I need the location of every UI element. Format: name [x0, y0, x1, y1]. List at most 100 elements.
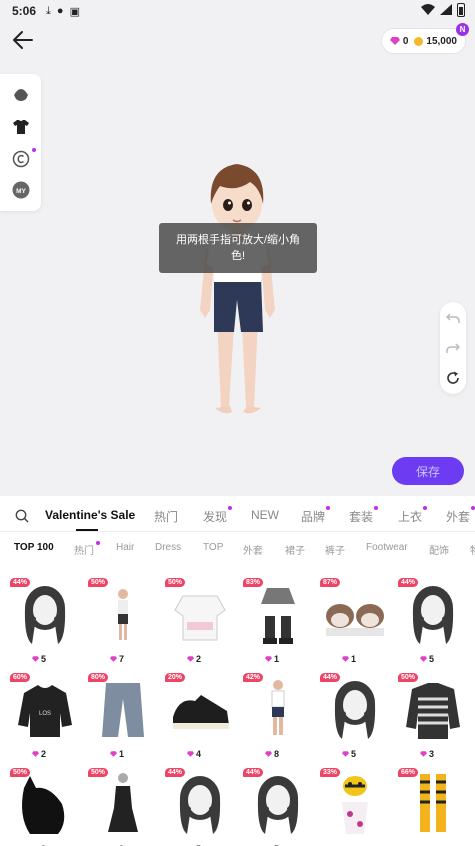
item-price: 5 — [320, 749, 378, 759]
sweater-icon — [406, 683, 460, 739]
gem-icon — [186, 751, 194, 757]
catalog-panel: Valentine's Sale 热门 发现 NEW 品牌 套装 上衣 外套 T… — [0, 496, 475, 846]
tab-new[interactable]: NEW — [251, 508, 279, 522]
catalog-item[interactable]: 44%5 — [243, 768, 313, 846]
currency-display[interactable]: 0 15,000 — [381, 29, 465, 53]
skirt-boots-icon — [261, 588, 295, 644]
catalog-item[interactable]: 50%3 — [88, 768, 158, 846]
discount-badge: 20% — [165, 673, 186, 682]
catalog-item[interactable]: 87% 1 — [320, 578, 390, 670]
status-bar: 5:06 ⤓ ● ▣ — [0, 0, 475, 22]
catalog-item[interactable]: 66% — [398, 768, 468, 846]
discount-badge: 50% — [10, 768, 31, 777]
undo-icon[interactable] — [446, 311, 460, 325]
subtab-accessories[interactable]: 配饰 — [429, 542, 449, 557]
catalog-item[interactable]: 44% 5 — [10, 578, 80, 670]
catalog-item[interactable]: 20% 4 — [165, 673, 235, 765]
edit-toolbar — [440, 302, 466, 394]
save-button[interactable]: 保存 — [392, 457, 464, 485]
subtab-hot[interactable]: 热门 — [74, 542, 94, 557]
outfit-icon — [271, 680, 285, 735]
coin-icon — [414, 36, 424, 46]
hair-icon — [334, 681, 376, 739]
item-price-value: 5 — [40, 654, 46, 664]
discount-badge: 60% — [10, 673, 31, 682]
hair-icon — [179, 776, 221, 834]
catalog-item[interactable]: 44%5 — [320, 673, 390, 765]
catalog-item[interactable]: LOS 60% 2 — [10, 673, 80, 765]
tab-brand[interactable]: 品牌 — [301, 508, 325, 525]
catalog-item[interactable]: 44%5 — [165, 768, 235, 846]
subtab-skirts[interactable]: 裙子 — [285, 542, 305, 557]
gem-icon — [31, 656, 39, 662]
status-time: 5:06 — [12, 4, 37, 18]
item-price-value: 1 — [350, 654, 356, 664]
discount-badge: 44% — [398, 578, 419, 587]
subtab-top100[interactable]: TOP 100 — [14, 542, 54, 553]
jeans-icon — [102, 683, 144, 737]
discount-badge: 50% — [165, 578, 186, 587]
dress-icon — [108, 773, 138, 832]
item-price: 3 — [398, 749, 456, 759]
discount-badge: 42% — [243, 673, 264, 682]
my-icon[interactable]: MY — [12, 181, 30, 199]
hair-icon — [24, 586, 66, 644]
back-button[interactable] — [10, 28, 36, 52]
item-price: 5 — [10, 654, 68, 664]
battery-icon — [457, 3, 465, 17]
tab-tops[interactable]: 上衣 — [398, 508, 422, 525]
tab-outerwear[interactable]: 外套 — [446, 508, 470, 525]
item-price-value: 2 — [40, 749, 46, 759]
discount-badge: 50% — [398, 673, 419, 682]
doll-icon — [118, 589, 128, 640]
discount-badge: 87% — [320, 578, 341, 587]
tshirt-icon[interactable] — [12, 118, 30, 136]
discount-badge: 44% — [10, 578, 31, 587]
reset-icon[interactable] — [446, 371, 460, 385]
catalog-item[interactable]: 80% 1 — [88, 673, 158, 765]
catalog-item[interactable]: 50% 7 — [88, 578, 158, 670]
subtab-top[interactable]: TOP — [203, 542, 223, 553]
tab-valentines-sale[interactable]: Valentine's Sale — [45, 508, 135, 522]
discount-badge: 83% — [243, 578, 264, 587]
catalog-item[interactable]: 50% 3 — [398, 673, 468, 765]
hoodie-icon: LOS — [18, 685, 72, 737]
subtab-hair[interactable]: Hair — [116, 542, 134, 553]
catalog-item[interactable]: 44%5 — [398, 578, 468, 670]
item-price-value: 7 — [118, 654, 124, 664]
copyright-icon[interactable] — [12, 150, 30, 168]
notification-icon: ▣ — [69, 5, 80, 18]
notification-dot — [32, 148, 36, 152]
subtab-dress[interactable]: Dress — [155, 542, 181, 553]
gem-icon — [109, 656, 117, 662]
item-price: 1 — [320, 654, 378, 664]
item-price-value: 5 — [350, 749, 356, 759]
subtab-footwear[interactable]: Footwear — [366, 542, 408, 553]
item-price: 2 — [165, 654, 223, 664]
catalog-item[interactable]: 50%2 — [10, 768, 80, 846]
tab-sets[interactable]: 套装 — [349, 508, 373, 525]
catalog-item[interactable]: 42% 8 — [243, 673, 313, 765]
catalog-item[interactable]: 83% 1 — [243, 578, 313, 670]
item-price: 7 — [88, 654, 146, 664]
face-icon[interactable] — [12, 86, 30, 104]
gem-icon — [419, 751, 427, 757]
subtab-outerwear[interactable]: 外套 — [243, 542, 263, 557]
catalog-item[interactable]: 33% — [320, 768, 390, 846]
tab-dot — [326, 506, 330, 510]
avatar-character[interactable] — [190, 160, 285, 422]
tab-discover[interactable]: 发现 — [203, 508, 227, 525]
gem-icon — [109, 751, 117, 757]
tab-dot — [423, 506, 427, 510]
discount-badge: 33% — [320, 768, 341, 777]
discount-badge: 44% — [165, 768, 186, 777]
subtab-pants[interactable]: 裤子 — [325, 542, 345, 557]
search-icon[interactable] — [15, 509, 29, 523]
redo-icon[interactable] — [446, 341, 460, 355]
socks-icon — [420, 774, 446, 832]
catalog-item[interactable]: 50% 2 — [165, 578, 235, 670]
subtab-more[interactable]: 物 — [470, 542, 475, 557]
tab-hot[interactable]: 热门 — [154, 508, 178, 525]
gem-count: 0 — [402, 35, 409, 47]
gem-icon — [341, 751, 349, 757]
